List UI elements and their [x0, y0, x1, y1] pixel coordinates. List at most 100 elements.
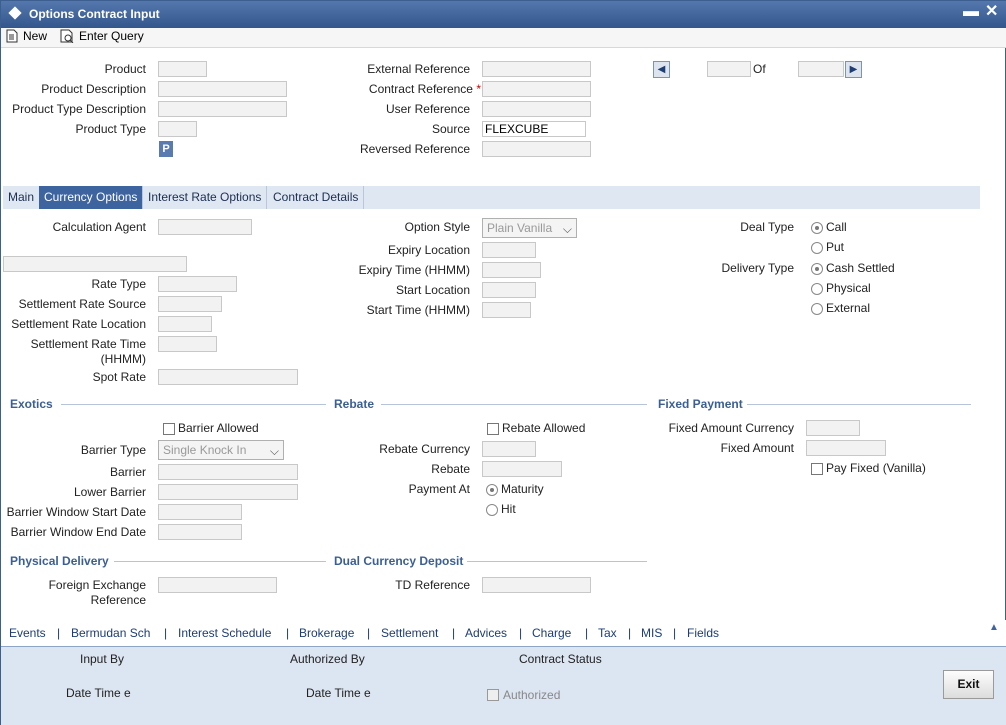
exit-button[interactable]: Exit [943, 670, 994, 699]
link-fields[interactable]: Fields [687, 626, 719, 640]
option-style-label: Option Style [404, 220, 470, 234]
chevron-down-icon: ⌵ [269, 444, 279, 458]
barrier-type-select[interactable]: Single Knock In ⌵ [158, 440, 284, 460]
record-total-input[interactable] [798, 61, 844, 77]
rate-type-input[interactable] [158, 276, 237, 292]
calculation-agent-description-input[interactable] [3, 256, 187, 272]
payment-at-hit-radio[interactable] [486, 504, 498, 516]
new-button[interactable]: New [5, 29, 47, 43]
barrier-window-start-input[interactable] [158, 504, 242, 520]
fixed-amount-currency-input[interactable] [806, 420, 860, 436]
start-location-label: Start Location [395, 283, 470, 297]
fixed-amount-input[interactable] [806, 440, 886, 456]
payment-at-maturity-radio[interactable] [486, 484, 498, 496]
fixed-amount-currency-label: Fixed Amount Currency [668, 421, 794, 435]
enter-query-button[interactable]: Enter Query [59, 29, 144, 43]
rebate-currency-input[interactable] [482, 441, 536, 457]
product-type-description-input[interactable] [158, 101, 287, 117]
separator: | [286, 626, 290, 640]
delivery-cash-settled-radio[interactable] [811, 263, 823, 275]
expiry-time-input[interactable] [482, 262, 541, 278]
link-settlement[interactable]: Settlement [381, 626, 438, 640]
contract-status-label: Contract Status [519, 652, 602, 666]
option-style-select[interactable]: Plain Vanilla ⌵ [482, 218, 577, 238]
link-interest-schedule[interactable]: Interest Schedule [178, 626, 271, 640]
lower-barrier-label: Lower Barrier [73, 485, 146, 499]
settlement-rate-time-label: Settlement Rate Time (HHMM) [30, 337, 146, 366]
minimize-button[interactable]: ▬ [963, 4, 979, 20]
barrier-window-end-input[interactable] [158, 524, 242, 540]
delivery-physical-radio[interactable] [811, 283, 823, 295]
product-input[interactable] [158, 61, 207, 77]
deal-type-call-radio[interactable] [811, 222, 823, 234]
spot-rate-label: Spot Rate [92, 370, 146, 384]
barrier-window-start-label: Barrier Window Start Date [6, 505, 146, 519]
source-input[interactable]: FLEXCUBE [482, 121, 586, 137]
settlement-rate-time-input[interactable] [158, 336, 217, 352]
barrier-allowed-label: Barrier Allowed [178, 421, 259, 435]
link-advices[interactable]: Advices [465, 626, 507, 640]
contract-reference-label: Contract Reference * [301, 82, 481, 96]
link-brokerage[interactable]: Brokerage [299, 626, 354, 640]
authorized-checkbox[interactable] [487, 689, 499, 701]
enter-query-label: Enter Query [79, 29, 144, 43]
rebate-input[interactable] [482, 461, 562, 477]
fixed-payment-section-title: Fixed Payment [658, 397, 743, 411]
separator: | [367, 626, 371, 640]
lower-barrier-input[interactable] [158, 484, 298, 500]
reversed-reference-input[interactable] [482, 141, 591, 157]
rebate-allowed-checkbox[interactable] [487, 423, 499, 435]
tab-main[interactable]: Main [3, 186, 41, 209]
previous-record-button[interactable]: ◀ [653, 61, 670, 78]
link-bermudan-sch[interactable]: Bermudan Sch [71, 626, 150, 640]
record-current-input[interactable] [707, 61, 751, 77]
payment-at-hit-label: Hit [501, 502, 516, 516]
input-by-label: Input By [80, 652, 125, 666]
link-charge[interactable]: Charge [532, 626, 571, 640]
user-reference-input[interactable] [482, 101, 591, 117]
title-bar: Options Contract Input ▬ ✕ [1, 1, 1006, 28]
delivery-type-label: Delivery Type [721, 261, 794, 275]
next-record-button[interactable]: ▶ [845, 61, 862, 78]
spot-rate-input[interactable] [158, 369, 298, 385]
fixed-amount-label: Fixed Amount [720, 441, 794, 455]
pay-fixed-vanilla-checkbox[interactable] [811, 463, 823, 475]
exotics-section-title: Exotics [10, 397, 53, 411]
product-p-button[interactable]: P [159, 141, 173, 157]
settlement-rate-source-input[interactable] [158, 296, 222, 312]
scroll-up-icon[interactable]: ▲ [989, 622, 1003, 634]
fx-reference-input[interactable] [158, 577, 277, 593]
external-reference-input[interactable] [482, 61, 591, 77]
physical-delivery-divider [114, 561, 326, 562]
start-time-input[interactable] [482, 302, 531, 318]
deal-type-call-label: Call [826, 220, 847, 234]
start-location-input[interactable] [482, 282, 536, 298]
deal-type-put-radio[interactable] [811, 242, 823, 254]
td-reference-input[interactable] [482, 577, 591, 593]
link-events[interactable]: Events [9, 626, 46, 640]
tab-interest-rate-options[interactable]: Interest Rate Options [143, 186, 268, 209]
product-label: Product [104, 62, 146, 76]
expiry-location-input[interactable] [482, 242, 536, 258]
authorized-date-time-label: Date Time e [306, 686, 371, 700]
product-description-input[interactable] [158, 81, 287, 97]
authorized-label: Authorized [503, 688, 561, 702]
product-description-label: Product Description [41, 82, 146, 96]
separator: | [585, 626, 589, 640]
rebate-allowed-label: Rebate Allowed [502, 421, 586, 435]
barrier-input[interactable] [158, 464, 298, 480]
contract-reference-input[interactable] [482, 81, 591, 97]
tab-contract-details[interactable]: Contract Details [268, 186, 365, 209]
arrow-left-icon: ◀ [657, 64, 666, 75]
delivery-external-radio[interactable] [811, 303, 823, 315]
settlement-rate-location-input[interactable] [158, 316, 212, 332]
close-button[interactable]: ✕ [985, 4, 998, 20]
tab-currency-options[interactable]: Currency Options [39, 186, 144, 209]
calculation-agent-input[interactable] [158, 219, 252, 235]
barrier-type-label: Barrier Type [80, 443, 146, 457]
barrier-allowed-checkbox[interactable] [163, 423, 175, 435]
link-tax[interactable]: Tax [598, 626, 617, 640]
product-type-input[interactable] [158, 121, 197, 137]
link-mis[interactable]: MIS [641, 626, 662, 640]
source-label: Source [431, 122, 470, 136]
